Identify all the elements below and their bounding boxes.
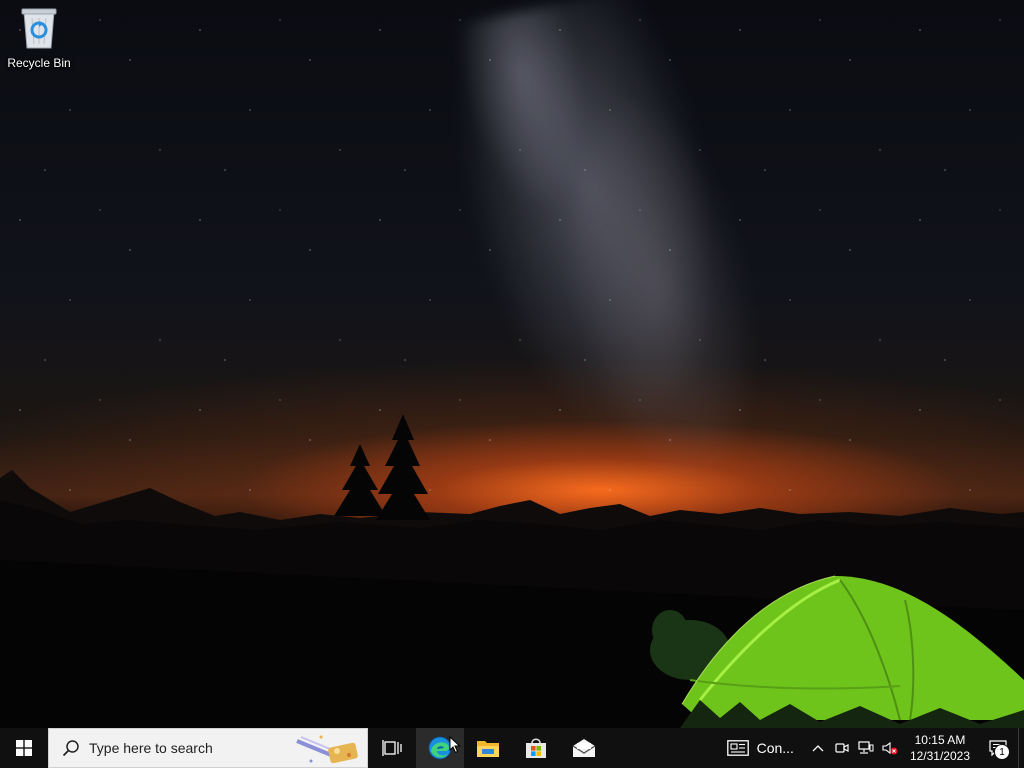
taskbar-app-mail[interactable]	[560, 728, 608, 768]
taskbar-app-file-explorer[interactable]	[464, 728, 512, 768]
action-center-button[interactable]: 1	[978, 728, 1018, 768]
system-tray: Con... 10:15 AM 12/31/2023 1	[719, 728, 1024, 768]
pine-trees	[334, 414, 430, 520]
store-icon	[526, 738, 546, 758]
desktop-wallpaper: Recycle Bin	[0, 0, 1024, 728]
news-widget[interactable]: Con...	[719, 728, 806, 768]
notification-badge: 1	[994, 744, 1010, 760]
tray-meet-now[interactable]	[830, 728, 854, 768]
recycle-bin-label: Recycle Bin	[7, 56, 71, 70]
clock-time: 10:15 AM	[914, 733, 966, 747]
task-view-button[interactable]	[368, 728, 416, 768]
landscape-silhouette	[0, 414, 1024, 728]
windows-logo-icon	[16, 740, 32, 756]
file-explorer-icon	[477, 741, 499, 757]
news-icon	[726, 740, 749, 756]
taskbar: Type here to search Con... 10:15 AM 12/3…	[0, 728, 1024, 768]
chevron-up-icon	[812, 745, 824, 752]
desktop-icon-recycle-bin[interactable]: Recycle Bin	[4, 6, 74, 76]
search-icon	[62, 740, 79, 757]
mouse-cursor-icon	[449, 736, 461, 754]
volume-muted-icon	[882, 741, 898, 755]
tray-network[interactable]	[854, 728, 878, 768]
show-desktop-button[interactable]	[1018, 728, 1024, 768]
search-highlight-icon	[291, 731, 363, 767]
taskbar-search-box[interactable]: Type here to search	[48, 728, 368, 768]
network-icon	[858, 741, 874, 754]
taskbar-clock[interactable]: 10:15 AM 12/31/2023	[902, 732, 978, 764]
camera-icon	[835, 743, 849, 753]
task-view-icon	[382, 740, 402, 756]
clock-date: 12/31/2023	[909, 749, 970, 763]
news-label: Con...	[756, 740, 794, 756]
start-button[interactable]	[0, 728, 48, 768]
show-hidden-icons-button[interactable]	[806, 728, 830, 768]
mail-icon	[572, 739, 596, 757]
tray-volume[interactable]	[878, 728, 902, 768]
taskbar-app-store[interactable]	[512, 728, 560, 768]
search-placeholder: Type here to search	[89, 740, 213, 756]
recycle-bin-icon	[21, 8, 57, 49]
